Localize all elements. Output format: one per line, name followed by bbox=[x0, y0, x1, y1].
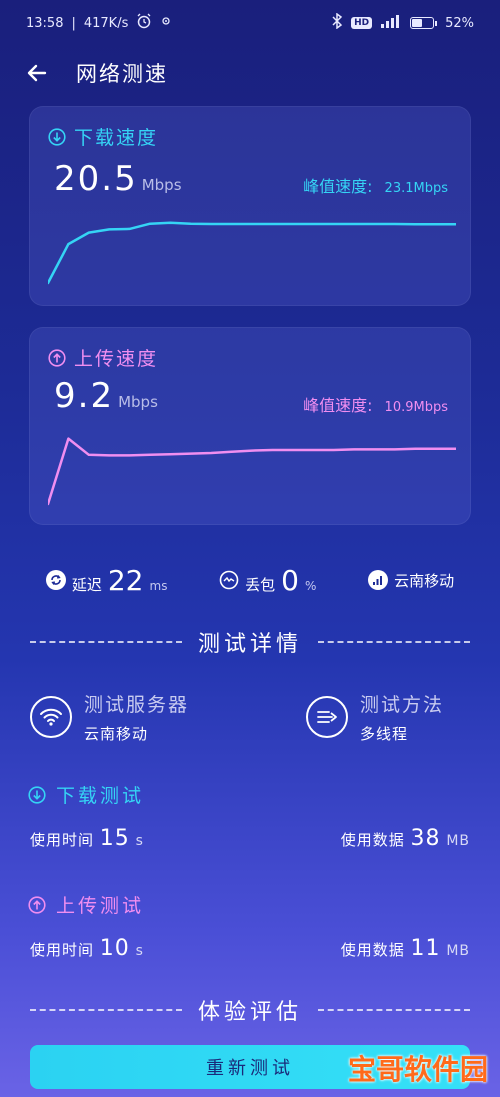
back-arrow-icon[interactable] bbox=[22, 58, 52, 88]
battery-icon bbox=[410, 17, 438, 29]
download-data-label: 使用数据 bbox=[340, 831, 405, 849]
upload-card-header: 上传速度 bbox=[48, 344, 158, 371]
upload-speed-line bbox=[48, 437, 456, 506]
carrier-name: 云南移动 bbox=[394, 571, 455, 590]
download-speed: 20.5 Mbps bbox=[54, 159, 182, 199]
upload-peak-label: 峰值速度: bbox=[303, 396, 373, 415]
status-time: 13:58 bbox=[26, 15, 64, 31]
packet-loss-value: 0 bbox=[281, 563, 299, 597]
latency-icon bbox=[45, 570, 66, 590]
upload-peak: 峰值速度: 10.9Mbps bbox=[303, 392, 448, 416]
upload-time-value: 10 bbox=[99, 936, 130, 961]
upload-test-stats: 使用时间 10 s 使用数据 11 MB bbox=[30, 936, 470, 961]
test-method-label: 测试方法 bbox=[360, 694, 445, 716]
signal-bars-icon bbox=[368, 570, 389, 590]
download-circle-icon bbox=[48, 127, 66, 146]
download-speed-unit: Mbps bbox=[141, 176, 182, 194]
download-time-label: 使用时间 bbox=[30, 831, 95, 849]
status-net-speed: 417K/s bbox=[83, 15, 129, 31]
download-data-value: 38 bbox=[410, 826, 441, 851]
battery-percent: 52% bbox=[445, 15, 474, 31]
packet-loss-label: 丢包 bbox=[245, 575, 276, 594]
download-test-icon bbox=[28, 785, 46, 804]
evaluation-title: 体验评估 bbox=[198, 1000, 303, 1025]
download-data-unit: MB bbox=[446, 833, 470, 849]
page-title: 网络测速 bbox=[76, 62, 168, 86]
latency-value: 22 bbox=[107, 563, 144, 597]
upload-test-title: 上传测试 bbox=[28, 891, 144, 918]
packet-loss-metric: 丢包 0 % bbox=[219, 564, 316, 597]
upload-speed-unit: Mbps bbox=[118, 393, 158, 411]
upload-speed-value: 9.2 bbox=[54, 376, 115, 416]
download-time: 使用时间 15 s bbox=[30, 826, 144, 851]
upload-speed-card: 上传速度 9.2 Mbps 峰值速度: 10.9Mbps bbox=[29, 327, 471, 525]
upload-time-label: 使用时间 bbox=[30, 941, 95, 959]
download-test-label: 下载测试 bbox=[56, 785, 145, 807]
download-test-stats: 使用时间 15 s 使用数据 38 MB bbox=[30, 826, 470, 851]
download-peak: 峰值速度: 23.1Mbps bbox=[303, 173, 448, 197]
upload-peak-value: 10.9Mbps bbox=[384, 400, 448, 415]
upload-data: 使用数据 11 MB bbox=[341, 936, 470, 961]
upload-data-unit: MB bbox=[446, 943, 470, 959]
download-test-title: 下载测试 bbox=[28, 781, 144, 808]
latency-metric: 延迟 22 ms bbox=[45, 563, 168, 597]
test-server-value: 云南移动 bbox=[84, 725, 149, 743]
test-method-value: 多线程 bbox=[360, 725, 409, 743]
signal-icon bbox=[380, 14, 402, 32]
hd-badge: HD bbox=[351, 17, 373, 29]
details-divider: 测试详情 bbox=[30, 627, 471, 657]
latency-unit: ms bbox=[149, 578, 168, 593]
upload-test-label: 上传测试 bbox=[56, 895, 145, 917]
download-speed-graph bbox=[48, 221, 456, 285]
status-bar: 13:58 | 417K/s HD 52% bbox=[0, 0, 500, 46]
upload-time: 使用时间 10 s bbox=[30, 936, 144, 961]
test-server-item: 测试服务器 云南移动 bbox=[30, 690, 189, 744]
wifi-icon bbox=[30, 696, 72, 738]
download-data: 使用数据 38 MB bbox=[341, 826, 470, 851]
download-time-unit: s bbox=[135, 833, 144, 849]
metrics-row: 延迟 22 ms 丢包 0 % 云南移动 bbox=[0, 560, 500, 600]
download-card-title: 下载速度 bbox=[74, 127, 159, 149]
sync-icon bbox=[160, 15, 172, 31]
bluetooth-icon bbox=[331, 12, 343, 33]
upload-speed-graph bbox=[48, 437, 456, 506]
test-server-label: 测试服务器 bbox=[84, 694, 190, 716]
packet-loss-icon bbox=[219, 570, 239, 590]
download-card-header: 下载速度 bbox=[48, 123, 158, 150]
upload-card-title: 上传速度 bbox=[74, 348, 159, 370]
download-peak-label: 峰值速度: bbox=[303, 177, 373, 196]
packet-loss-unit: % bbox=[305, 578, 317, 593]
download-peak-value: 23.1Mbps bbox=[384, 181, 448, 196]
upload-test-icon bbox=[28, 895, 46, 914]
test-method-item: 测试方法 多线程 bbox=[306, 690, 444, 744]
upload-data-label: 使用数据 bbox=[340, 941, 405, 959]
alarm-icon bbox=[136, 13, 152, 33]
upload-data-value: 11 bbox=[410, 936, 441, 961]
multithread-icon bbox=[306, 696, 348, 738]
download-time-value: 15 bbox=[99, 826, 130, 851]
upload-time-unit: s bbox=[135, 943, 144, 959]
status-separator: | bbox=[71, 15, 76, 31]
app-bar: 网络测速 bbox=[0, 50, 500, 96]
download-speed-line bbox=[48, 221, 456, 285]
download-speed-card: 下载速度 20.5 Mbps 峰值速度: 23.1Mbps bbox=[29, 106, 471, 306]
watermark-logo: 宝哥软件园 bbox=[347, 1053, 488, 1086]
latency-label: 延迟 bbox=[71, 575, 102, 594]
download-speed-value: 20.5 bbox=[54, 159, 138, 199]
upload-speed: 9.2 Mbps bbox=[54, 376, 158, 416]
carrier-metric: 云南移动 bbox=[368, 570, 454, 591]
upload-circle-icon bbox=[48, 348, 66, 367]
evaluation-divider: 体验评估 bbox=[30, 995, 471, 1025]
details-title: 测试详情 bbox=[198, 632, 303, 657]
